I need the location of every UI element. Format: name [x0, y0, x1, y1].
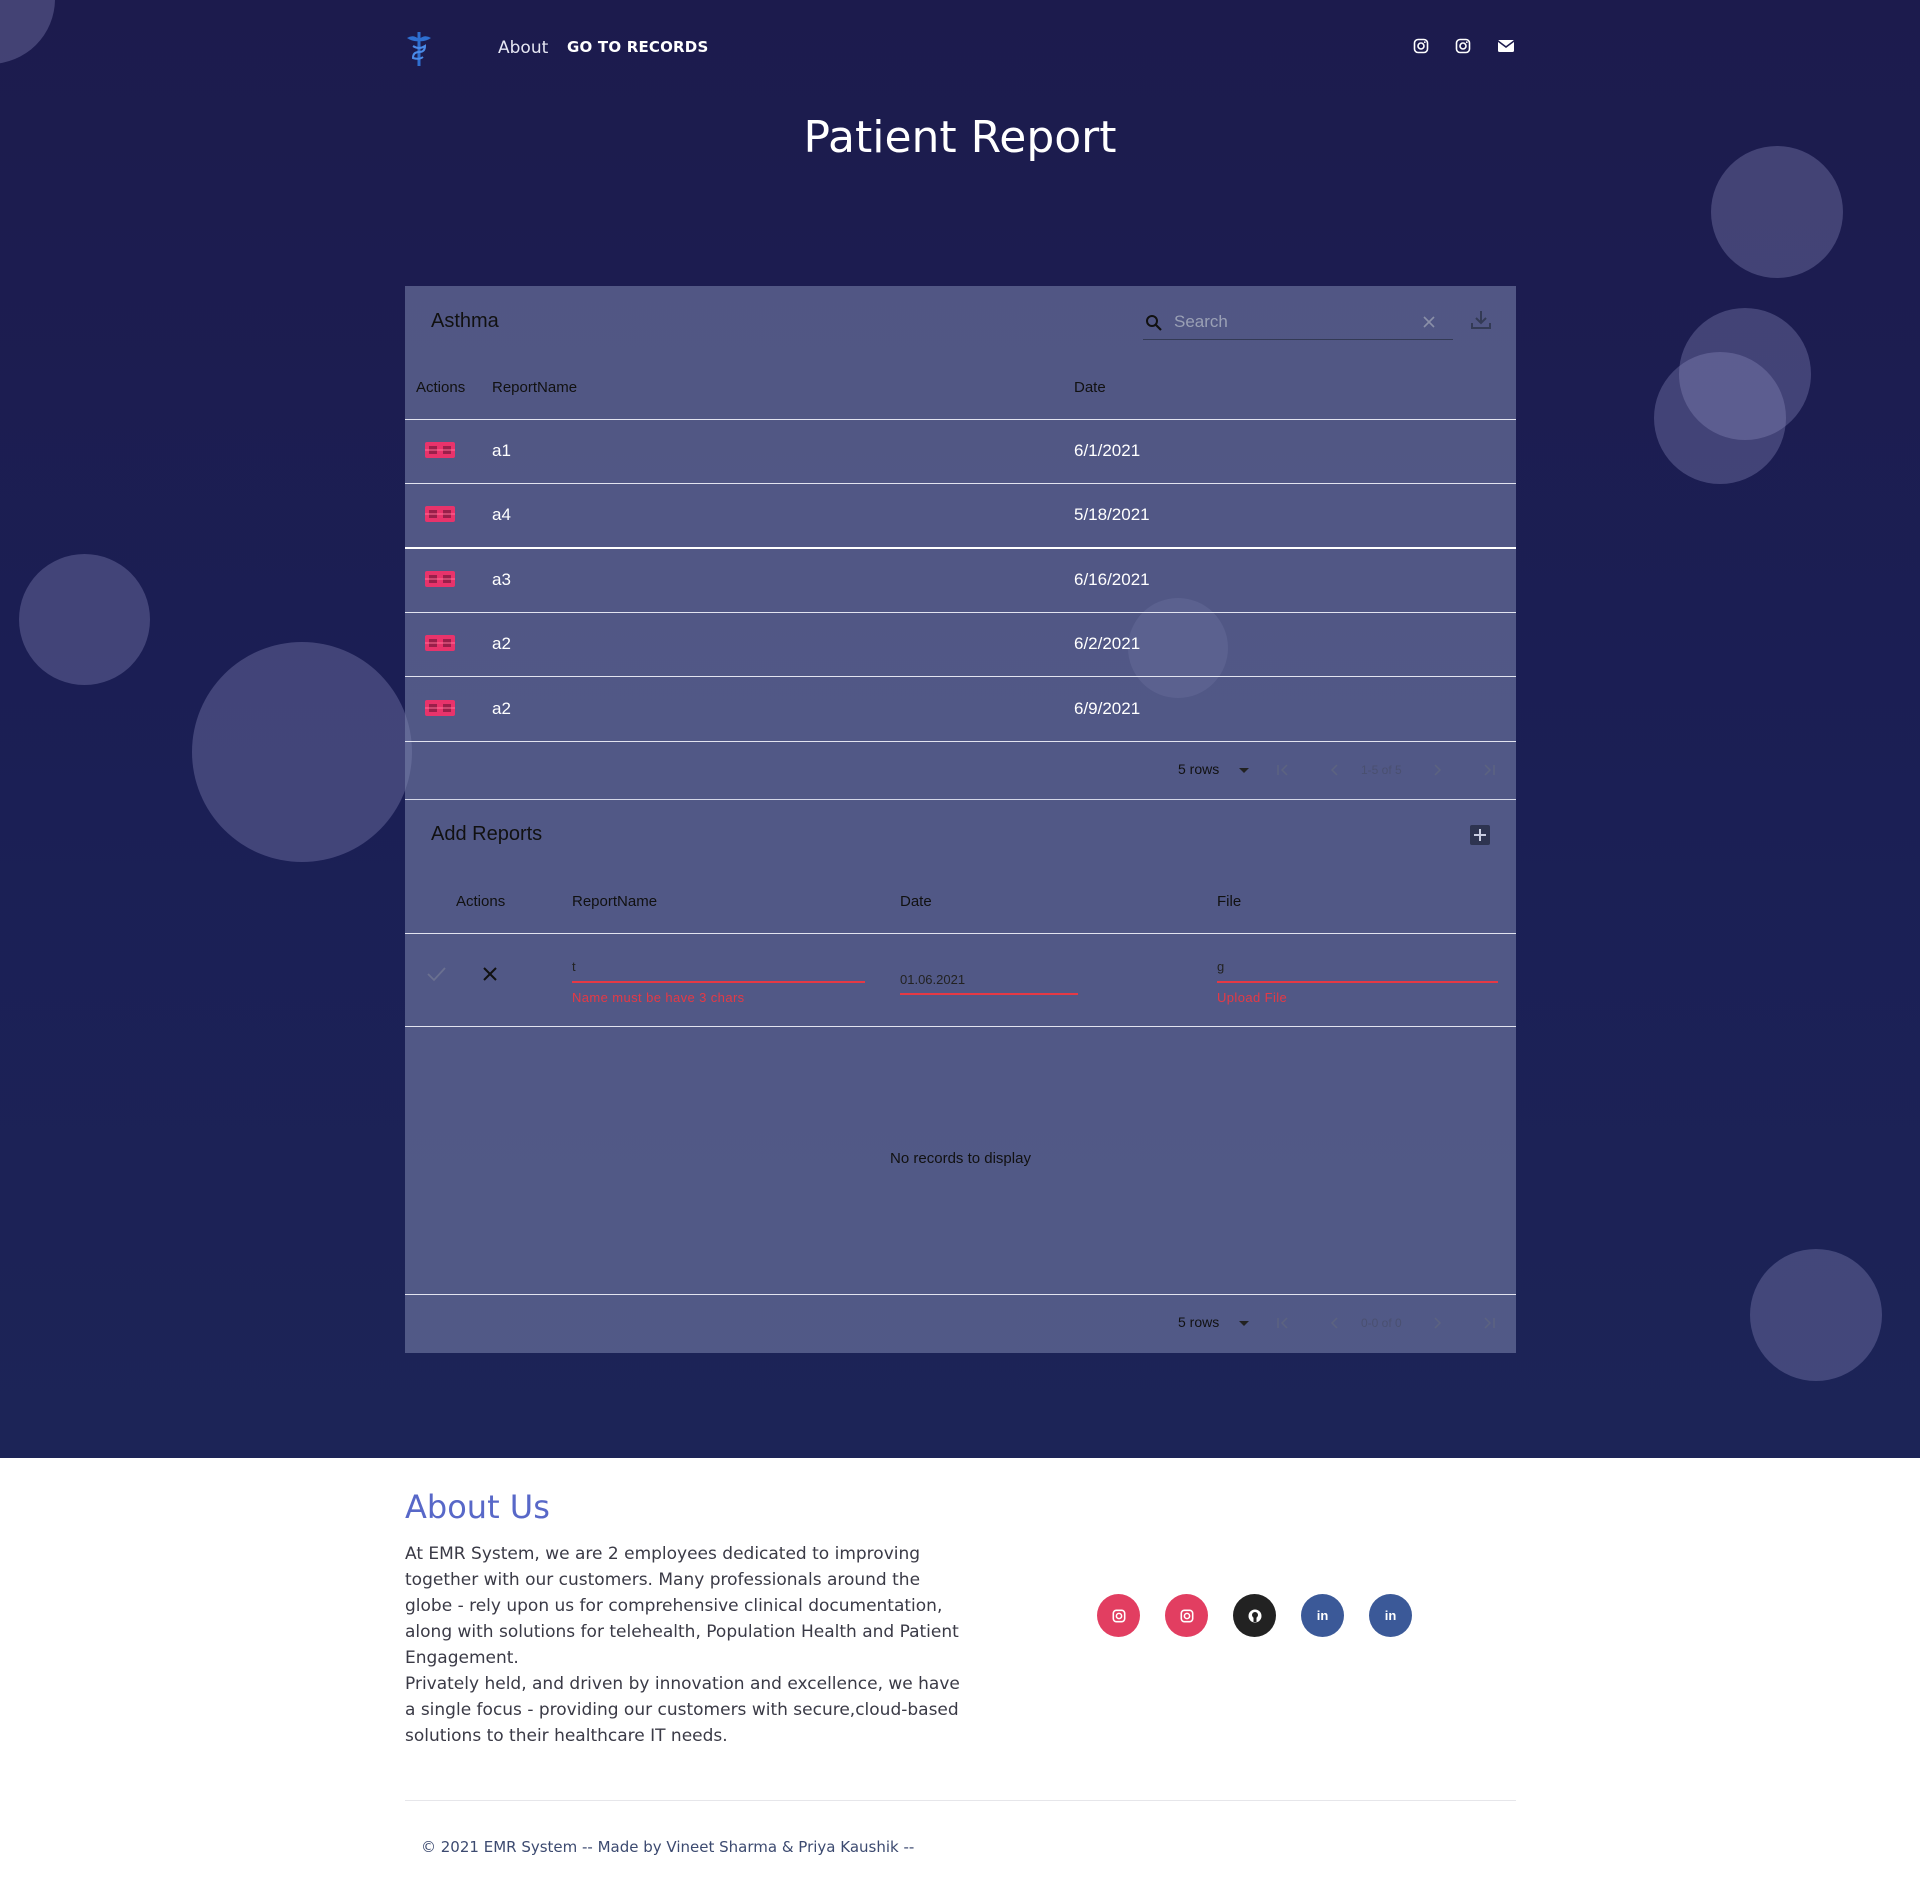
next-page-icon[interactable] [1427, 760, 1447, 780]
decor-bubble [192, 642, 412, 862]
about-paragraph: At EMR System, we are 2 employees dedica… [405, 1544, 959, 1668]
clear-search-icon[interactable] [1421, 314, 1437, 330]
pagination: 5 rows 0-0 of 0 [405, 1295, 1516, 1351]
about-paragraph: Privately held, and driven by innovation… [405, 1674, 960, 1746]
mail-icon[interactable] [1497, 38, 1515, 56]
reports-table: Asthma Search Actions ReportName Date a1… [405, 286, 1516, 799]
instagram-icon[interactable] [1455, 38, 1473, 56]
social-links: in in [1097, 1594, 1412, 1637]
chevron-down-icon[interactable] [1239, 1321, 1249, 1326]
column-header-file[interactable]: File [1217, 893, 1241, 910]
footer-copyright: © 2021 EMR System -- Made by Vineet Shar… [421, 1838, 915, 1856]
column-header-actions: Actions [456, 893, 506, 910]
decor-bubble [1711, 146, 1843, 278]
linkedin-icon[interactable]: in [1301, 1594, 1344, 1637]
delete-report-icon[interactable] [425, 635, 455, 651]
report-date: 5/18/2021 [1074, 505, 1150, 524]
column-header-reportname[interactable]: ReportName [492, 379, 577, 396]
report-name-input[interactable]: t [572, 959, 576, 974]
rows-per-page-select[interactable]: 5 rows [1178, 1314, 1219, 1330]
empty-message: No records to display [890, 1150, 1031, 1167]
delete-report-icon[interactable] [425, 700, 455, 716]
decor-bubble [1750, 1249, 1882, 1381]
report-date: 6/1/2021 [1074, 441, 1141, 460]
column-header-reportname[interactable]: ReportName [572, 893, 657, 910]
instagram-icon[interactable] [1165, 1594, 1208, 1637]
report-date: 6/9/2021 [1074, 699, 1141, 718]
report-date: 6/16/2021 [1074, 570, 1150, 589]
page-info: 0-0 of 0 [1361, 1316, 1402, 1330]
previous-page-icon[interactable] [1325, 1313, 1345, 1333]
navbar: About GO TO RECORDS [405, 30, 1515, 70]
table-title: Add Reports [431, 823, 543, 845]
next-page-icon[interactable] [1427, 1313, 1447, 1333]
caduceus-logo-icon[interactable] [405, 30, 433, 68]
delete-report-icon[interactable] [425, 571, 455, 587]
delete-report-icon[interactable] [425, 442, 455, 458]
close-icon[interactable] [479, 963, 501, 985]
about-section: About Us [405, 1488, 550, 1526]
report-name: a2 [492, 699, 511, 718]
report-name: a3 [492, 570, 511, 589]
last-page-icon[interactable] [1479, 1313, 1499, 1333]
first-page-icon[interactable] [1273, 1313, 1293, 1333]
report-name-error: Name must be have 3 chars [572, 990, 745, 1005]
decor-bubble [1654, 352, 1786, 484]
github-icon[interactable] [1233, 1594, 1276, 1637]
search-placeholder: Search [1174, 312, 1228, 331]
page-info: 1-5 of 5 [1361, 763, 1402, 777]
column-header-date[interactable]: Date [900, 893, 932, 910]
search-field[interactable]: Search [1143, 306, 1453, 340]
last-page-icon[interactable] [1479, 760, 1499, 780]
report-name: a2 [492, 634, 511, 653]
instagram-icon[interactable] [1413, 38, 1431, 56]
add-reports-table: Add Reports Actions ReportName Date File… [405, 799, 1516, 1353]
page-title: Patient Report [803, 112, 1117, 163]
nav-go-to-records-link[interactable]: GO TO RECORDS [567, 38, 708, 56]
decor-bubble [19, 554, 150, 685]
pagination: 5 rows 1-5 of 5 [405, 742, 1516, 798]
add-report-icon[interactable] [1469, 824, 1491, 846]
file-input[interactable]: g [1217, 959, 1224, 974]
search-icon [1145, 314, 1163, 332]
export-download-icon[interactable] [1469, 308, 1493, 332]
decor-bubble [0, 0, 55, 64]
column-header-date[interactable]: Date [1074, 379, 1106, 396]
date-input[interactable]: 01.06.2021 [900, 972, 965, 987]
instagram-icon[interactable] [1097, 1594, 1140, 1637]
previous-page-icon[interactable] [1325, 760, 1345, 780]
first-page-icon[interactable] [1273, 760, 1293, 780]
rows-per-page-select[interactable]: 5 rows [1178, 761, 1219, 777]
linkedin-icon[interactable]: in [1369, 1594, 1412, 1637]
column-header-actions: Actions [416, 379, 466, 396]
check-icon[interactable] [425, 963, 447, 985]
about-title: About Us [405, 1488, 550, 1526]
footer-divider [405, 1800, 1516, 1801]
report-name: a1 [492, 441, 511, 460]
chevron-down-icon[interactable] [1239, 768, 1249, 773]
upload-file-error: Upload File [1217, 990, 1288, 1005]
nav-about-link[interactable]: About [498, 38, 548, 58]
nav-social-icons [1413, 38, 1515, 56]
delete-report-icon[interactable] [425, 506, 455, 522]
report-date: 6/2/2021 [1074, 634, 1141, 653]
table-title: Asthma [431, 310, 499, 332]
report-name: a4 [492, 505, 511, 524]
hero-section: About GO TO RECORDS Patient Report Asthm… [0, 0, 1920, 1458]
